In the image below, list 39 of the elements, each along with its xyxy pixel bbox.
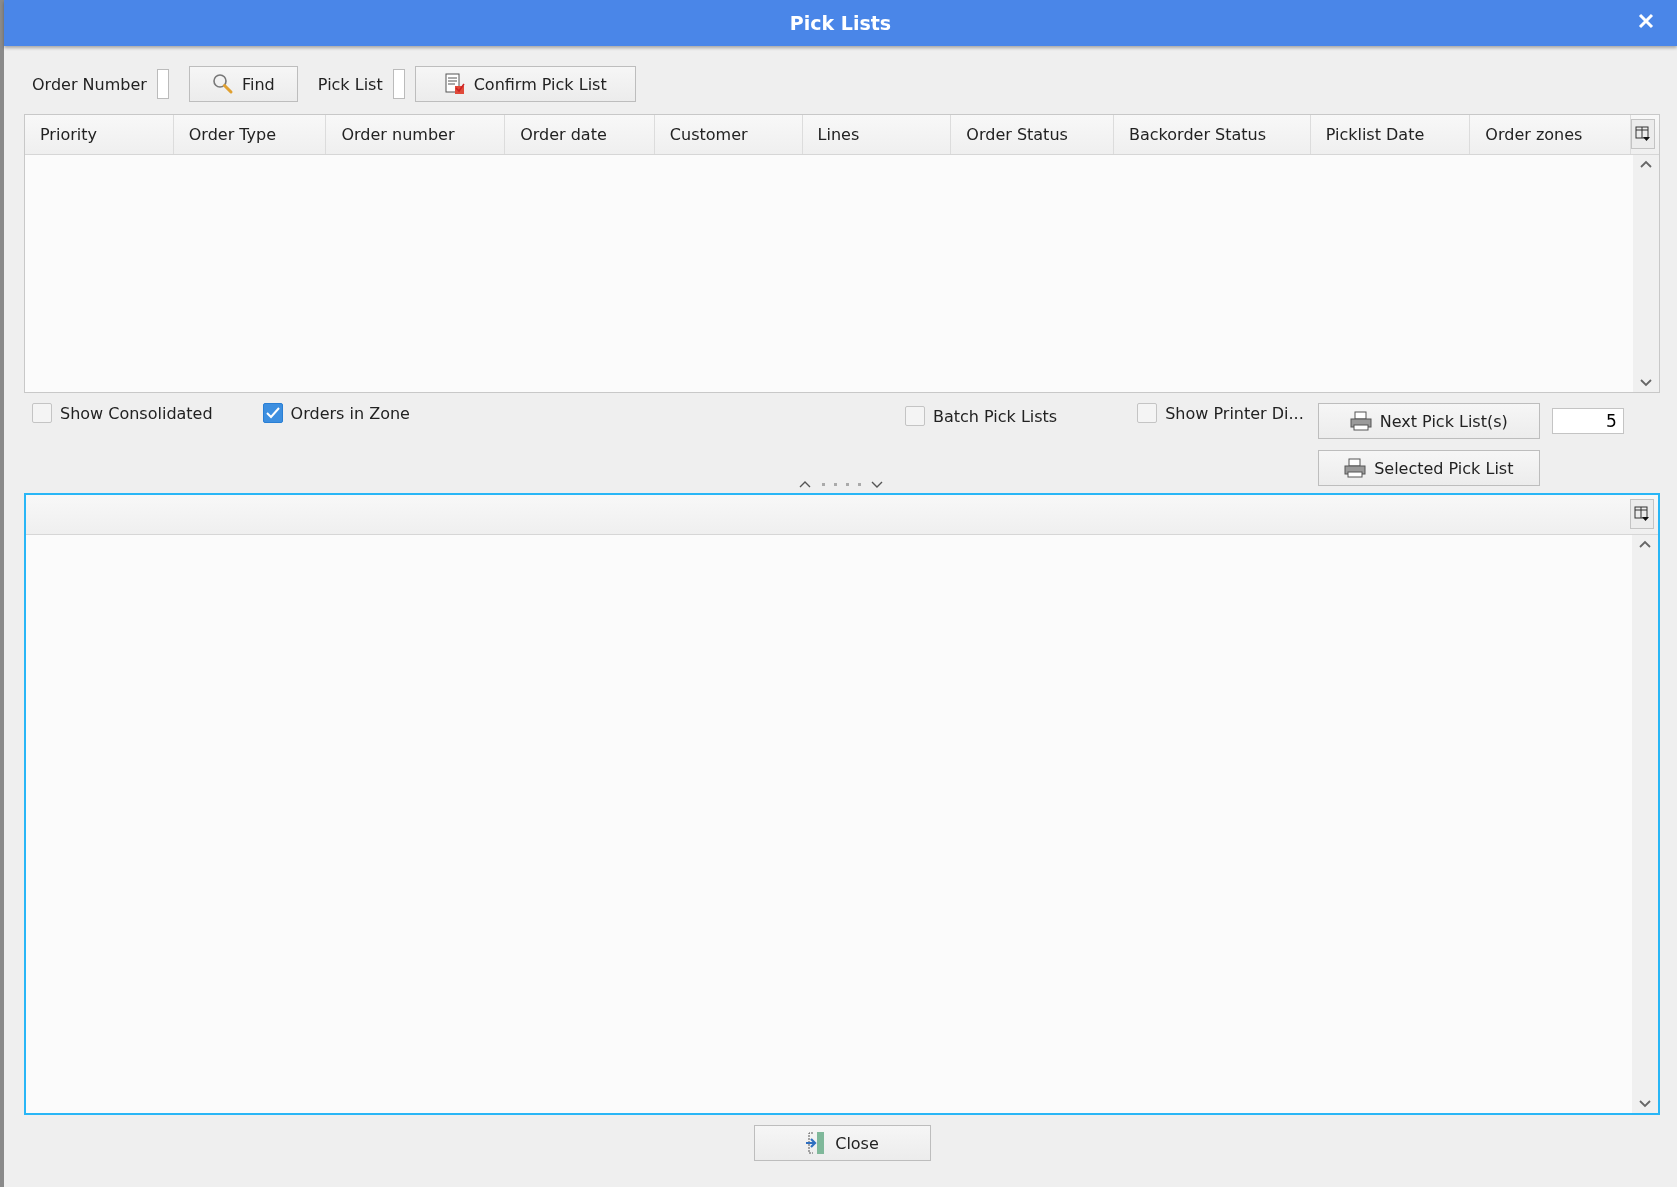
close-button[interactable]: Close (753, 1125, 931, 1161)
scroll-down-icon[interactable] (1639, 378, 1653, 388)
column-header[interactable]: Customer (654, 115, 803, 154)
checkbox-option[interactable]: Orders in Zone (262, 403, 410, 423)
pick-list-field[interactable] (392, 69, 405, 99)
printer-icon (1344, 458, 1367, 478)
column-header[interactable]: Lines (802, 115, 952, 154)
scrollbar[interactable] (1633, 155, 1659, 392)
column-header[interactable]: Backorder Status (1114, 115, 1311, 154)
column-header[interactable]: Order number (326, 115, 506, 154)
scroll-up-icon[interactable] (1639, 159, 1653, 169)
column-chooser-button[interactable] (1630, 499, 1654, 529)
column-header[interactable]: Picklist Date (1310, 115, 1471, 154)
column-header[interactable]: Order date (505, 115, 655, 154)
column-header[interactable]: Order Type (173, 115, 327, 154)
pick-list-label: Pick List (317, 74, 383, 94)
find-button[interactable]: Find (188, 66, 298, 102)
search-icon (211, 73, 234, 95)
confirm-pick-list-button[interactable]: Confirm Pick List (414, 66, 636, 102)
table-dropdown-icon (1634, 506, 1650, 522)
window-title: Pick Lists (789, 12, 892, 34)
scroll-down-icon[interactable] (1638, 1099, 1652, 1109)
scrollbar[interactable] (1632, 535, 1658, 1113)
count-field[interactable]: 5 (1551, 408, 1624, 434)
checkbox-option[interactable]: Show Consolidated (32, 403, 213, 423)
column-header[interactable]: Order Status (951, 115, 1115, 154)
checkmark-icon (265, 407, 280, 419)
selected-pick-list-button[interactable]: Selected Pick List (1317, 450, 1540, 486)
order-number-label: Order Number (32, 74, 147, 94)
scroll-up-icon[interactable] (1638, 539, 1652, 549)
column-header[interactable]: Priority (25, 115, 174, 154)
column-chooser-button[interactable] (1631, 119, 1655, 149)
printer-icon (1349, 411, 1372, 431)
document-check-icon (443, 73, 466, 95)
order-number-field[interactable] (156, 69, 169, 99)
table-dropdown-icon (1635, 126, 1652, 142)
checkbox-option[interactable]: Show Printer Di... (1137, 403, 1304, 423)
next-pick-list-button[interactable]: Next Pick List(s) (1317, 403, 1540, 439)
checkbox-option[interactable]: Batch Pick Lists (904, 406, 1058, 426)
